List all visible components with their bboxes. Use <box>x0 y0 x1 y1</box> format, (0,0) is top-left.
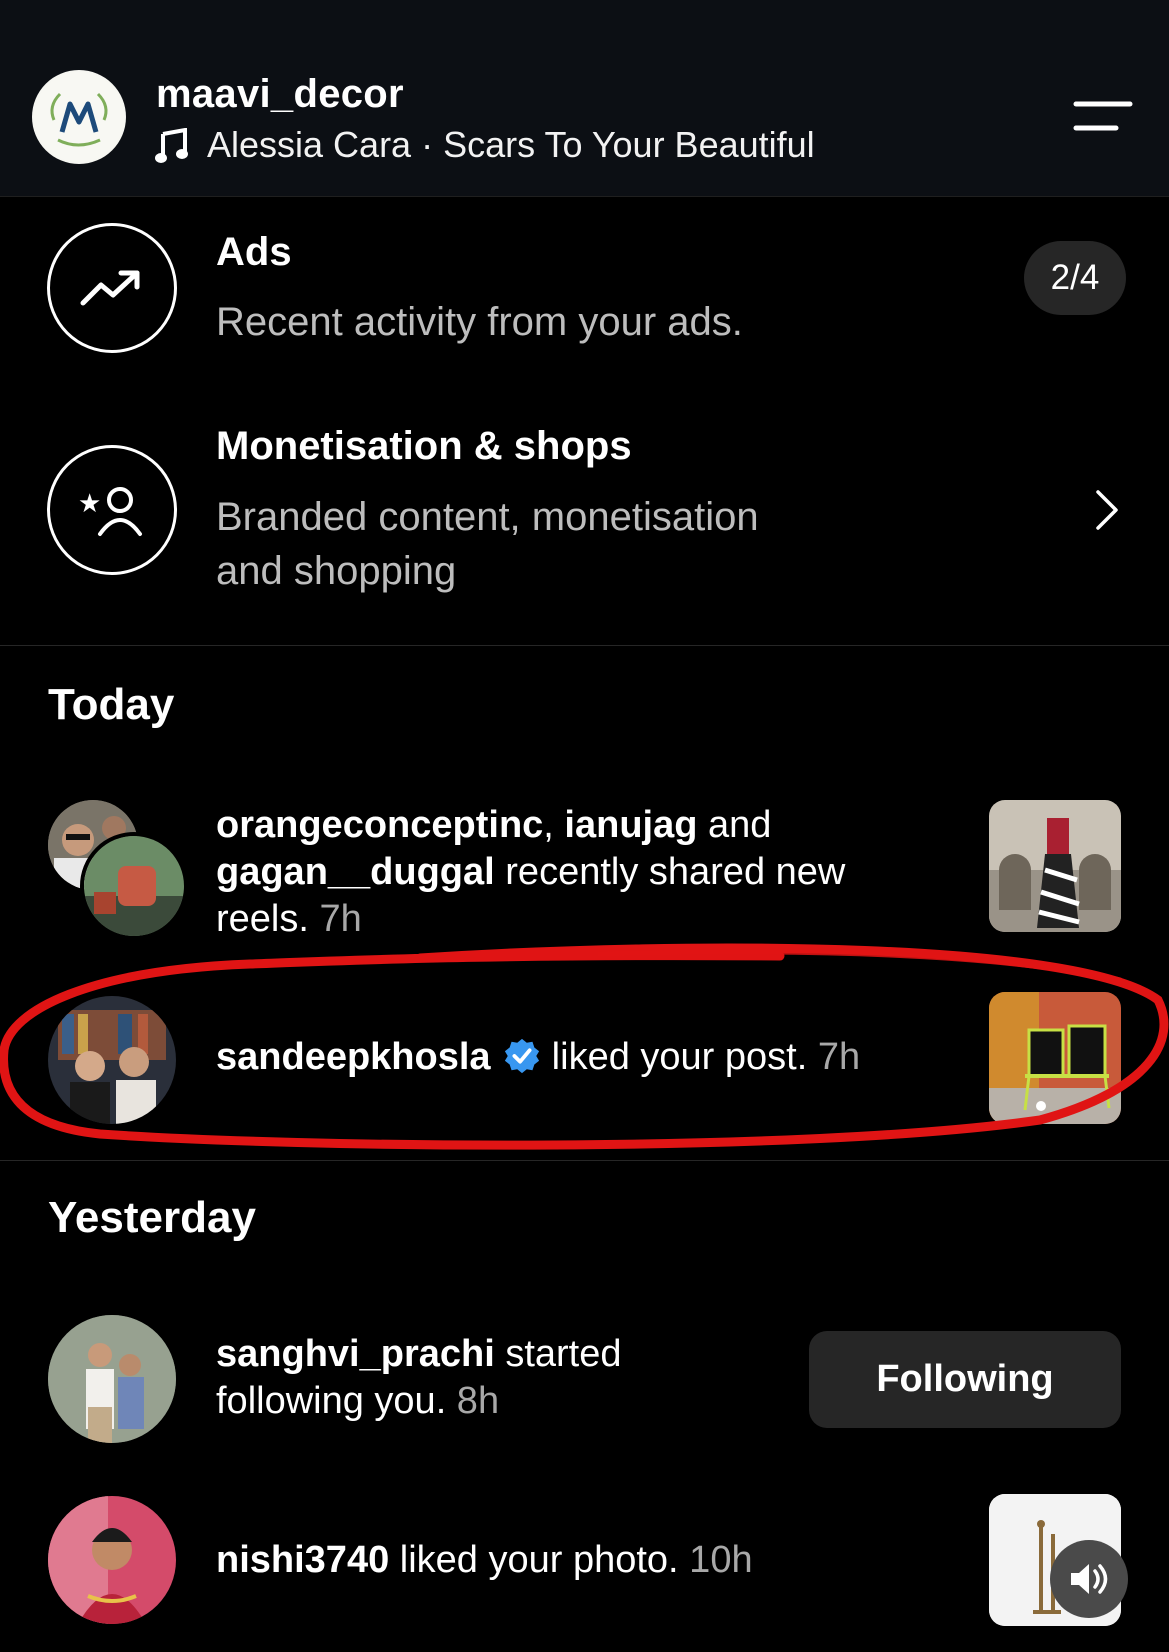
monetisation-subtitle-line2: and shopping <box>216 549 457 593</box>
following-button[interactable]: Following <box>809 1331 1121 1428</box>
music-note-icon <box>155 128 188 163</box>
menu-icon[interactable] <box>1072 98 1134 134</box>
following-you-text: following you. <box>216 1380 447 1422</box>
avatar-group-front[interactable] <box>80 832 188 940</box>
now-playing-song[interactable]: Alessia Cara · Scars To Your Beautiful <box>207 124 815 166</box>
user-gagan-duggal[interactable]: gagan__duggal <box>216 851 495 893</box>
ads-subtitle: Recent activity from your ads. <box>216 300 743 344</box>
svg-text:★: ★ <box>78 489 101 519</box>
reels-text: recently shared new <box>494 851 846 893</box>
profile-avatar[interactable] <box>32 70 126 164</box>
divider <box>0 645 1169 646</box>
avatar-sanghvi-prachi[interactable] <box>48 1315 176 1443</box>
user-ianujag[interactable]: ianujag <box>564 804 697 846</box>
notification-like-post-text: sandeepkhosla liked your post. 7h <box>216 1034 860 1081</box>
verified-badge-icon <box>505 1038 540 1074</box>
timestamp: 7h <box>308 898 362 940</box>
and-text: and <box>697 804 772 846</box>
post-thumbnail[interactable] <box>989 992 1121 1124</box>
monetisation-subtitle-line1: Branded content, monetisation <box>216 495 759 539</box>
divider <box>0 1160 1169 1161</box>
timestamp: 10h <box>678 1539 753 1581</box>
thumbnail-photo <box>989 992 1121 1124</box>
ads-count-badge: 2/4 <box>1024 241 1126 315</box>
speaker-icon <box>1071 1564 1108 1594</box>
notification-reels-text: orangeconceptinc, ianujag and gagan__dug… <box>216 802 936 943</box>
user-sanghvi-prachi[interactable]: sanghvi_prachi <box>216 1333 495 1375</box>
avatar-photo <box>48 1315 176 1443</box>
user-orangeconceptinc[interactable]: orangeconceptinc <box>216 804 543 846</box>
ads-title: Ads <box>216 230 292 274</box>
user-sandeepkhosla[interactable]: sandeepkhosla <box>216 1036 491 1078</box>
sound-toggle-button[interactable] <box>1050 1540 1128 1618</box>
section-yesterday-heading: Yesterday <box>48 1193 256 1242</box>
notification-follow-text: sanghvi_prachi started following you. 8h <box>216 1331 776 1425</box>
liked-photo-text: liked your photo. <box>389 1539 679 1581</box>
chevron-right-icon[interactable] <box>1094 488 1120 532</box>
avatar-photo <box>48 1496 176 1624</box>
brand-logo-icon <box>34 72 124 162</box>
timestamp: 7h <box>807 1036 861 1078</box>
started-text: started <box>494 1333 622 1375</box>
liked-post-text: liked your post. <box>541 1036 808 1078</box>
reels-text-2: reels. <box>216 898 309 940</box>
account-username[interactable]: maavi_decor <box>156 72 404 117</box>
avatar-nishi3740[interactable] <box>48 1496 176 1624</box>
separator: , <box>543 804 565 846</box>
reel-thumbnail[interactable] <box>989 800 1121 932</box>
notification-like-photo-text: nishi3740 liked your photo. 10h <box>216 1537 753 1584</box>
timestamp: 8h <box>446 1380 500 1422</box>
avatar-photo <box>84 836 184 936</box>
user-nishi3740[interactable]: nishi3740 <box>216 1539 389 1581</box>
avatar-photo <box>48 996 176 1124</box>
star-person-icon: ★ <box>47 445 177 575</box>
avatar-sandeepkhosla[interactable] <box>48 996 176 1124</box>
thumbnail-photo <box>989 800 1121 932</box>
monetisation-title: Monetisation & shops <box>216 424 632 468</box>
section-today-heading: Today <box>48 680 175 729</box>
ads-trend-icon <box>47 223 177 353</box>
